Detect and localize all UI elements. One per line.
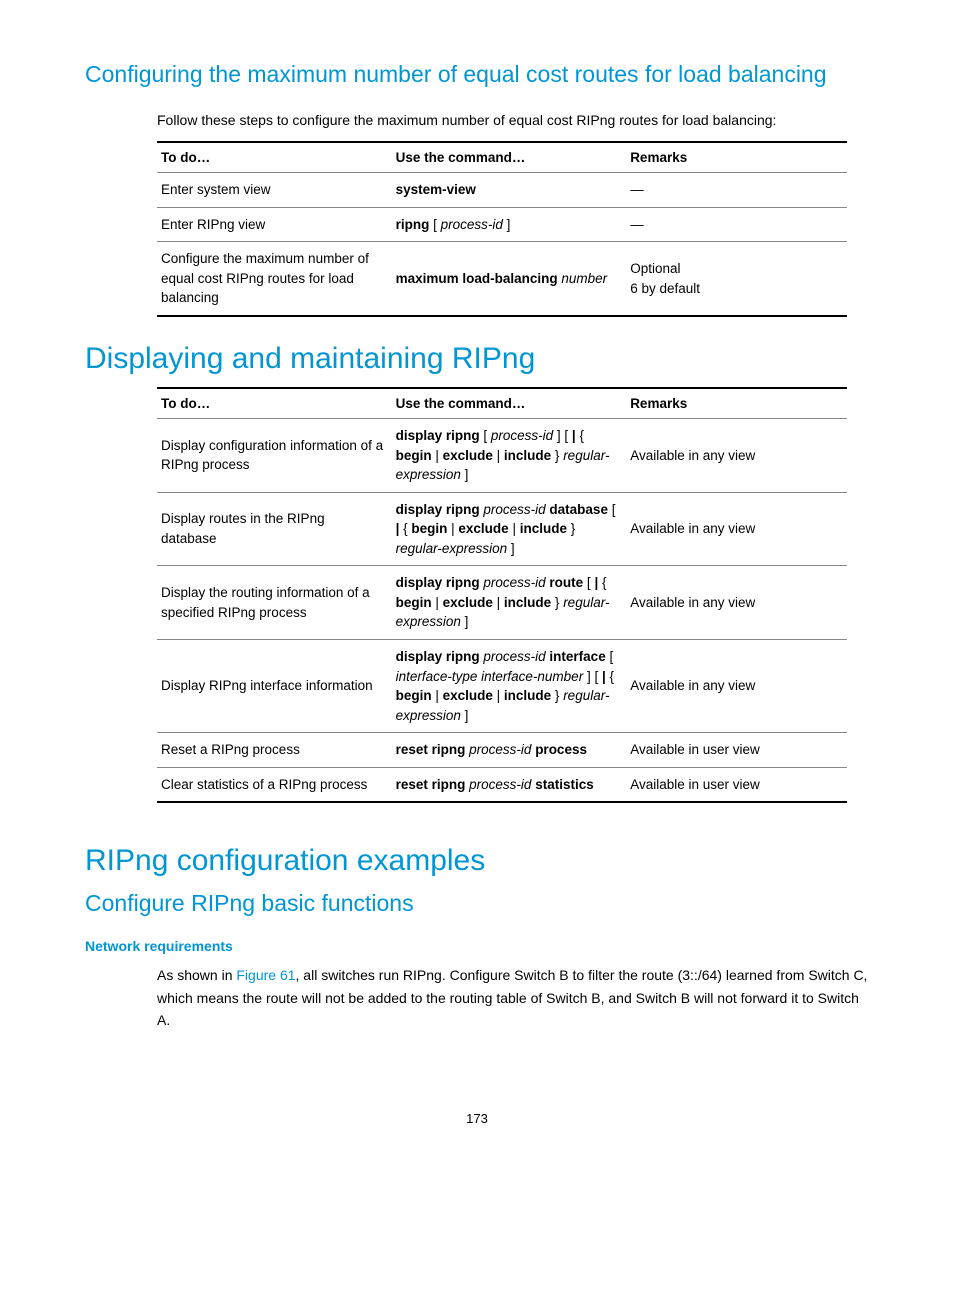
cell-remarks: Available in any view [626, 640, 847, 733]
table-row: Display routes in the RIPng databasedisp… [157, 492, 847, 566]
cell-todo: Display the routing information of a spe… [157, 566, 392, 640]
th-command: Use the command… [392, 142, 627, 173]
cell-todo: Enter system view [157, 173, 392, 208]
cell-todo: Display configuration information of a R… [157, 418, 392, 492]
cell-todo: Enter RIPng view [157, 207, 392, 242]
cell-remarks: — [626, 173, 847, 208]
section-heading-examples: RIPng configuration examples [85, 843, 869, 879]
table-row: Display the routing information of a spe… [157, 566, 847, 640]
th-todo: To do… [157, 388, 392, 419]
requirements-body: As shown in Figure 61, all switches run … [157, 964, 869, 1031]
display-maintain-table: To do… Use the command… Remarks Display … [157, 387, 847, 803]
cell-command: display ripng process-id interface [ int… [392, 640, 627, 733]
cell-todo: Display RIPng interface information [157, 640, 392, 733]
th-remarks: Remarks [626, 142, 847, 173]
cell-command: system-view [392, 173, 627, 208]
cell-remarks: Available in any view [626, 418, 847, 492]
table-row: Display configuration information of a R… [157, 418, 847, 492]
table-row: Enter system viewsystem-view— [157, 173, 847, 208]
cell-todo: Configure the maximum number of equal co… [157, 242, 392, 316]
cell-command: reset ripng process-id process [392, 733, 627, 768]
th-command: Use the command… [392, 388, 627, 419]
table-row: Configure the maximum number of equal co… [157, 242, 847, 316]
cell-remarks: Available in user view [626, 767, 847, 802]
cell-remarks: Optional6 by default [626, 242, 847, 316]
cell-command: display ripng process-id database [ | { … [392, 492, 627, 566]
config-steps-table: To do… Use the command… Remarks Enter sy… [157, 141, 847, 317]
network-requirements-heading: Network requirements [85, 938, 869, 954]
cell-remarks: Available in user view [626, 733, 847, 768]
cell-command: reset ripng process-id statistics [392, 767, 627, 802]
section-heading-config-max-routes: Configuring the maximum number of equal … [85, 60, 869, 89]
th-remarks: Remarks [626, 388, 847, 419]
cell-remarks: Available in any view [626, 492, 847, 566]
th-todo: To do… [157, 142, 392, 173]
cell-command: maximum load-balancing number [392, 242, 627, 316]
cell-todo: Reset a RIPng process [157, 733, 392, 768]
table-row: Display RIPng interface informationdispl… [157, 640, 847, 733]
section-heading-display-maintain: Displaying and maintaining RIPng [85, 341, 869, 377]
cell-remarks: Available in any view [626, 566, 847, 640]
table-row: Enter RIPng viewripng [ process-id ]— [157, 207, 847, 242]
subsection-heading-basic: Configure RIPng basic functions [85, 889, 869, 918]
cell-todo: Clear statistics of a RIPng process [157, 767, 392, 802]
table-row: Clear statistics of a RIPng processreset… [157, 767, 847, 802]
cell-command: display ripng process-id route [ | { beg… [392, 566, 627, 640]
cell-remarks: — [626, 207, 847, 242]
cell-command: ripng [ process-id ] [392, 207, 627, 242]
intro-text: Follow these steps to configure the maxi… [157, 109, 869, 131]
page-number: 173 [85, 1111, 869, 1126]
figure-link[interactable]: Figure 61 [236, 967, 295, 983]
cell-command: display ripng [ process-id ] [ | { begin… [392, 418, 627, 492]
cell-todo: Display routes in the RIPng database [157, 492, 392, 566]
table-row: Reset a RIPng processreset ripng process… [157, 733, 847, 768]
